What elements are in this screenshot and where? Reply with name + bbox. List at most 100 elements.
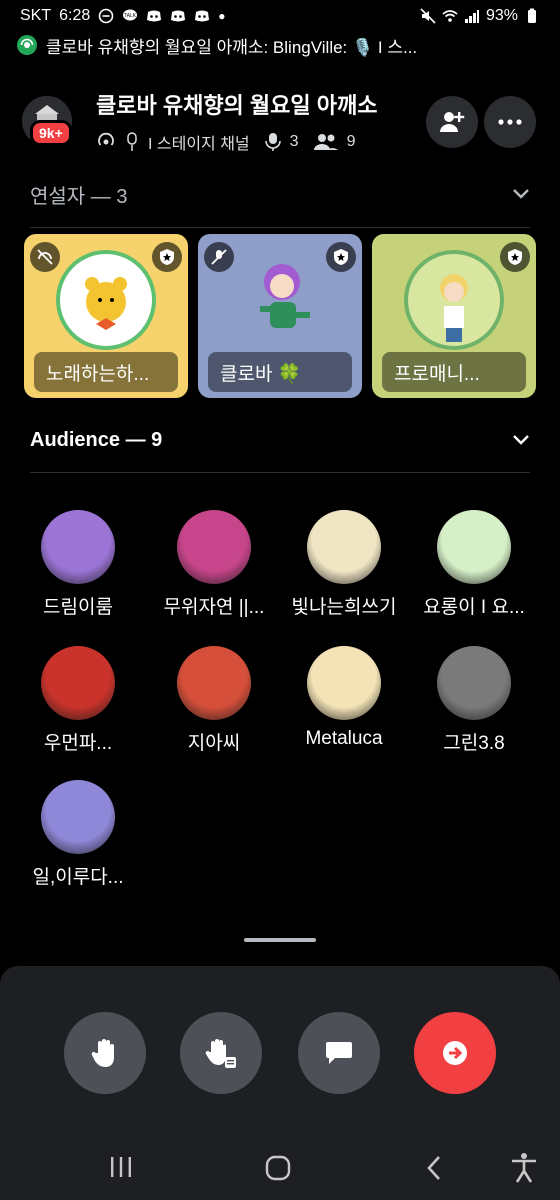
divider: [30, 227, 530, 228]
audience-section-header[interactable]: Audience — 9: [30, 420, 530, 460]
audience-member-name: 일,이루다...: [32, 867, 124, 888]
accessibility-icon[interactable]: [510, 1152, 538, 1184]
battery-icon: [528, 8, 536, 23]
audience-member[interactable]: 드림이룸: [13, 510, 143, 619]
audience-member-name: 그린3.8: [443, 733, 505, 754]
speaker-tile[interactable]: 클로바 🍀: [198, 234, 362, 398]
battery-label: 93%: [485, 7, 518, 24]
raise-hand-button[interactable]: [64, 1012, 146, 1094]
stage-channel-icon: [98, 132, 114, 146]
avatar: [56, 250, 156, 350]
shield-icon: [508, 249, 522, 265]
chevron-down-icon: [513, 189, 529, 199]
moderator-badge: [326, 242, 356, 272]
moderator-badge: [500, 242, 530, 272]
mute-icon: [420, 8, 436, 24]
hand-queue-button[interactable]: [180, 1012, 262, 1094]
microphone-icon: [127, 132, 137, 151]
notification-text: 클로바 유채향의 월요일 아깨소: BlingVille: 🎙️ I 스...: [46, 37, 418, 57]
discord-icon: [147, 10, 162, 22]
audience-member[interactable]: 요롱이 I 요...: [409, 510, 539, 619]
listeners-icon: [313, 134, 338, 150]
home-icon[interactable]: [264, 1154, 292, 1182]
avatar: [41, 780, 115, 854]
avatar: [307, 510, 381, 584]
audience-member-name: 지아씨: [187, 733, 241, 754]
audience-member-name: Metaluca: [305, 728, 383, 749]
avatar: [307, 646, 381, 720]
avatar: [177, 510, 251, 584]
headphones-off-icon: [37, 249, 53, 265]
discord-icon: [171, 10, 186, 22]
mic-off-icon: [211, 249, 227, 265]
speaker-tile[interactable]: 노래하는하...: [24, 234, 188, 398]
audience-member[interactable]: 지아씨: [149, 646, 279, 755]
speaker-name: 프로매니...: [382, 352, 526, 392]
avatar: [41, 510, 115, 584]
avatar: [41, 646, 115, 720]
audience-member-name: 빛나는희쓰기: [291, 597, 397, 618]
channel-title: 클로바 유채향의 월요일 아깨소: [96, 93, 378, 118]
invite-button[interactable]: [426, 96, 478, 148]
speaker-name: 노래하는하...: [34, 352, 178, 392]
audience-member[interactable]: 일,이루다...: [13, 780, 143, 889]
audience-member[interactable]: 우먼파...: [13, 646, 143, 755]
channel-type-label: I 스테이지 채널: [148, 136, 250, 153]
more-options-button[interactable]: [484, 96, 536, 148]
do-not-disturb-icon: [98, 8, 114, 24]
ongoing-stage-notification[interactable]: 클로바 유채향의 월요일 아깨소: BlingVille: 🎙️ I 스...: [0, 32, 560, 58]
stage-header: 9k+ 클로바 유채향의 월요일 아깨소 I 스테이지 채널 3 9: [0, 80, 560, 170]
discord-icon: [195, 10, 210, 22]
back-icon[interactable]: [424, 1154, 444, 1182]
raise-hand-icon: [91, 1039, 114, 1067]
audience-member[interactable]: Metaluca: [279, 646, 409, 750]
leave-arrow-icon: [443, 1041, 467, 1065]
speaker-tile[interactable]: 프로매니...: [372, 234, 536, 398]
audience-section-label: Audience — 9: [30, 428, 163, 451]
server-badge-count: 9k+: [39, 125, 63, 141]
time-label: 6:28: [59, 7, 91, 24]
avatar: [404, 250, 504, 350]
speaker-mic-icon: [264, 133, 281, 151]
avatar-bear-icon: [85, 277, 127, 330]
talk-icon: TALK: [123, 9, 138, 21]
audience-member-name: 우먼파...: [43, 733, 113, 754]
sheet-drag-handle[interactable]: [244, 938, 316, 942]
hand-list-icon: [205, 1039, 236, 1068]
channel-meta: I 스테이지 채널 3 9: [96, 130, 355, 154]
recent-apps-icon[interactable]: [108, 1154, 134, 1180]
audience-member[interactable]: 무위자연 ||...: [149, 510, 279, 619]
muted-indicator: [204, 242, 234, 272]
wifi-icon: [442, 10, 458, 22]
audience-member[interactable]: 그린3.8: [409, 646, 539, 755]
system-navigation-bar: [0, 1140, 560, 1200]
avatar: [437, 646, 511, 720]
audience-member-name: 드림이룸: [43, 597, 113, 618]
avatar-character-icon: [260, 264, 310, 328]
more-notifications-dot: ●: [218, 9, 226, 23]
add-user-icon: [440, 112, 465, 132]
status-bar: SKT 6:28 TALK ● 93%: [0, 0, 560, 32]
shield-icon: [334, 249, 348, 265]
divider: [30, 472, 530, 473]
svg-text:TALK: TALK: [124, 13, 137, 19]
signal-icon: [464, 10, 479, 23]
audience-member-name: 요롱이 I 요...: [423, 597, 525, 618]
audience-member-name: 무위자연 ||...: [163, 597, 265, 618]
server-badge: 9k+: [30, 120, 72, 146]
chat-bubble-icon: [326, 1042, 352, 1064]
shield-icon: [160, 249, 174, 265]
chat-button[interactable]: [298, 1012, 380, 1094]
audience-member[interactable]: 빛나는희쓰기: [279, 510, 409, 619]
avatar: [437, 510, 511, 584]
avatar-person-icon: [440, 274, 468, 342]
leave-stage-button[interactable]: [414, 1012, 496, 1094]
avatar: [177, 646, 251, 720]
stage-notification-icon: [17, 35, 37, 55]
speaker-name: 클로바 🍀: [208, 352, 352, 392]
speakers-section-label: 연설자 — 3: [30, 185, 128, 208]
carrier-label: SKT: [20, 7, 52, 24]
chevron-down-icon: [513, 435, 529, 445]
listener-count: 9: [346, 133, 356, 150]
speakers-section-header[interactable]: 연설자 — 3: [30, 174, 530, 214]
